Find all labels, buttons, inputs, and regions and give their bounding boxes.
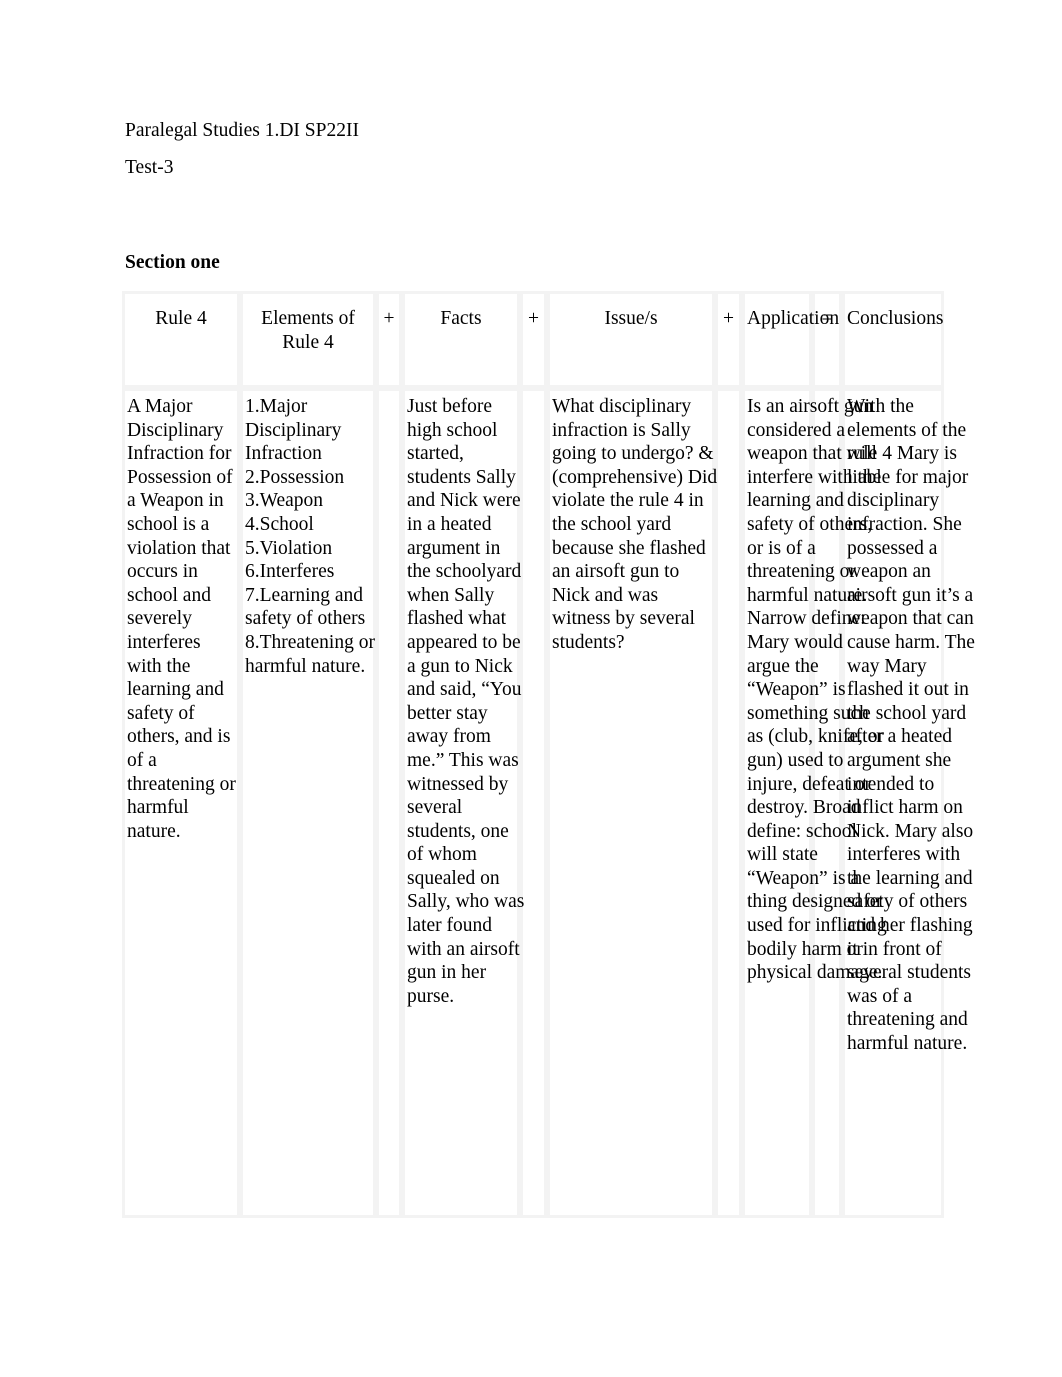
cell-facts: Just before high school started, student… [402, 388, 524, 1218]
cell-issue: What disciplinary infraction is Sally go… [547, 388, 718, 1218]
irac-analysis-table: Rule 4 Elements of Rule 4 + Facts + Issu… [122, 291, 975, 1218]
header-cell-plus-3: + [715, 291, 742, 388]
header-label-issue: Issue/s [604, 308, 658, 329]
cell-elements: 1.Major Disciplinary Infraction 2.Posses… [240, 388, 376, 1218]
cell-text-rule: A Major Disciplinary Infraction for Poss… [127, 396, 236, 842]
test-number-line: Test-3 [125, 157, 174, 178]
cell-application: Is an airsoft gun considered a weapon th… [742, 388, 887, 1218]
cell-text-facts: Just before high school started, student… [407, 396, 525, 1007]
header-label-facts: Facts [440, 308, 482, 329]
header-cell-rule: Rule 4 [122, 291, 240, 388]
cell-text-conclusions: With the elements of the rule 4 Mary is … [847, 396, 975, 1055]
cell-plus-1: + [376, 388, 402, 1218]
header-cell-facts: Facts [402, 291, 520, 388]
plus-sign-2: + [528, 308, 539, 329]
cell-plus-2: + [520, 388, 547, 1218]
cell-plus-3: + [715, 388, 742, 1218]
header-cell-elements: Elements of Rule 4 [240, 291, 376, 388]
header-cell-plus-2: + [520, 291, 547, 388]
header-cell-equals: = [812, 291, 842, 388]
header-label-rule: Rule 4 [155, 308, 207, 329]
header-cell-issue: Issue/s [547, 291, 715, 388]
cell-text-elements: 1.Major Disciplinary Infraction 2.Posses… [245, 396, 375, 677]
course-title-line: Paralegal Studies 1.DI SP22II [125, 120, 359, 141]
cell-text-issue: What disciplinary infraction is Sally go… [552, 396, 718, 653]
plus-sign-1: + [383, 308, 395, 329]
table-header-row: Rule 4 Elements of Rule 4 + Facts + Issu… [122, 291, 944, 388]
header-cell-plus-1: + [376, 291, 402, 388]
table-row: A Major Disciplinary Infraction for Poss… [122, 388, 975, 1218]
document-page: Paralegal Studies 1.DI SP22II Test-3 Sec… [0, 0, 1062, 1377]
header-cell-conclusions: Conclusions [842, 291, 944, 388]
cell-rule: A Major Disciplinary Infraction for Poss… [122, 388, 240, 1218]
plus-sign-3: + [723, 308, 734, 329]
header-label-elements: Elements of Rule 4 [261, 308, 355, 353]
header-label-conclusions: Conclusions [847, 308, 944, 329]
section-heading: Section one [125, 252, 220, 273]
document-header: Paralegal Studies 1.DI SP22II Test-3 [125, 112, 945, 186]
header-label-application: Application [747, 308, 840, 329]
header-cell-application: Application [742, 291, 840, 388]
cell-conclusions: With the elements of the rule 4 Mary is … [842, 388, 975, 1218]
